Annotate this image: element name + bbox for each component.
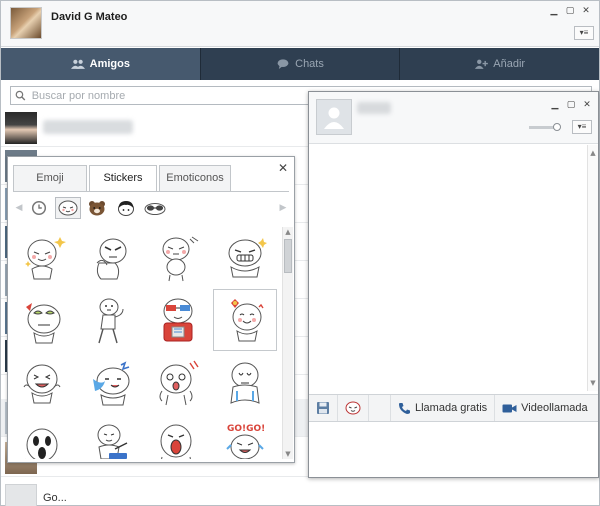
sticker-item[interactable] [79,227,143,289]
profile-header: David G Mateo ▁ ▢ ✕ ▾≡ [1,1,599,47]
save-icon [317,402,329,414]
svg-text:GO!GO!: GO!GO! [227,424,265,434]
contact-name-redacted [357,102,391,114]
chat-window-controls: ▁ ▢ ✕ [550,100,592,110]
search-icon [15,90,26,101]
video-camera-icon [502,404,517,412]
clock-recent-icon[interactable] [26,197,52,219]
message-input[interactable] [309,423,598,477]
free-call-label: Llamada gratis [415,402,488,414]
friend-avatar [5,112,37,144]
chat-header: ▁ ▢ ✕ ▾≡ [309,92,598,144]
close-icon[interactable]: ✕ [581,6,591,16]
sticker-item[interactable]: GO!GO! [213,413,277,459]
sticker-item-selected[interactable] [213,289,277,351]
slider-knob[interactable] [553,123,561,131]
minimize-icon[interactable]: ▁ [549,6,559,16]
scroll-up-icon[interactable]: ▲ [588,148,598,158]
close-icon[interactable]: ✕ [582,100,592,110]
sunglasses-icon[interactable] [142,197,168,219]
chat-scrollbar[interactable]: ▲ ▼ [587,145,598,391]
friend-name: Go... [43,492,67,504]
tab-anadir[interactable]: Añadir [400,48,599,80]
close-icon[interactable]: ✕ [278,161,288,175]
sticker-item[interactable] [12,351,76,413]
minimize-icon[interactable]: ▁ [550,100,560,110]
tabs-divider [13,191,289,192]
sticker-button[interactable] [338,395,369,421]
sticker-item[interactable] [79,289,143,351]
contact-avatar[interactable] [316,99,352,135]
sticker-tabs: Emoji Stickers Emoticonos [13,165,233,192]
sticker-item[interactable] [146,413,210,459]
maximize-icon[interactable]: ▢ [565,6,575,16]
chat-window: ▁ ▢ ✕ ▾≡ ▲ ▼ Llamada gratis Videollamada [308,91,599,478]
chat-messages-area [309,145,598,391]
save-button[interactable] [309,395,338,421]
tab-emoji[interactable]: Emoji [13,165,87,191]
friend-name-redacted [43,120,133,134]
sticker-face-icon [345,401,361,415]
tab-label: Amigos [89,58,130,70]
chat-toolbar: Llamada gratis Videollamada [309,394,598,422]
chat-menu-button[interactable]: ▾≡ [572,120,592,134]
free-call-button[interactable]: Llamada gratis [391,395,496,421]
cony-girl-icon[interactable] [113,197,139,219]
friends-icon [70,59,85,69]
sticker-item[interactable] [146,227,210,289]
scroll-up-icon[interactable]: ▲ [283,227,293,237]
video-call-button[interactable]: Videollamada [495,395,594,421]
sticker-scrollbar[interactable]: ▲ ▼ [282,227,293,459]
main-tabs: Amigos Chats Añadir [1,48,599,80]
sticker-grid: GO!GO! [12,227,286,459]
user-avatar[interactable] [10,7,42,39]
main-menu-button[interactable]: ▾≡ [574,26,594,40]
brown-bear-icon[interactable] [84,197,110,219]
tab-label: Añadir [493,58,526,70]
scroll-thumb[interactable] [284,239,292,273]
sticker-item[interactable] [146,289,210,351]
sticker-item[interactable] [79,351,143,413]
sticker-item[interactable] [12,289,76,351]
window-controls: ▁ ▢ ✕ [549,6,591,16]
moon-face-icon[interactable] [55,197,81,219]
tab-emoticonos[interactable]: Emoticonos [159,165,231,191]
scroll-right-icon[interactable]: ▶ [276,203,290,213]
friend-avatar [5,484,37,506]
tab-chats[interactable]: Chats [201,48,401,80]
chat-bubble-icon [277,59,289,69]
phone-icon [399,402,410,414]
sticker-item[interactable] [79,413,143,459]
sticker-item[interactable] [213,227,277,289]
user-name[interactable]: David G Mateo [51,11,127,23]
scroll-down-icon[interactable]: ▼ [588,378,598,388]
tab-stickers[interactable]: Stickers [89,165,157,192]
sticker-category-strip: ◀ ▶ [12,195,290,221]
scroll-down-icon[interactable]: ▼ [283,449,293,459]
sticker-panel: ✕ Emoji Stickers Emoticonos ◀ ▶ GO!GO! ▲… [7,156,295,463]
sticker-item[interactable] [12,413,76,459]
toolbar-spacer [369,395,391,421]
maximize-icon[interactable]: ▢ [566,100,576,110]
sticker-item[interactable] [12,227,76,289]
tab-amigos[interactable]: Amigos [1,48,201,80]
list-item[interactable]: Go... [1,481,599,506]
default-user-icon [324,107,344,129]
tab-label: Chats [295,58,324,70]
sticker-item[interactable] [213,351,277,413]
sticker-item[interactable] [146,351,210,413]
scroll-left-icon[interactable]: ◀ [12,203,26,213]
transparency-slider[interactable] [529,123,561,131]
add-friend-icon [475,59,489,69]
video-call-label: Videollamada [521,402,588,414]
